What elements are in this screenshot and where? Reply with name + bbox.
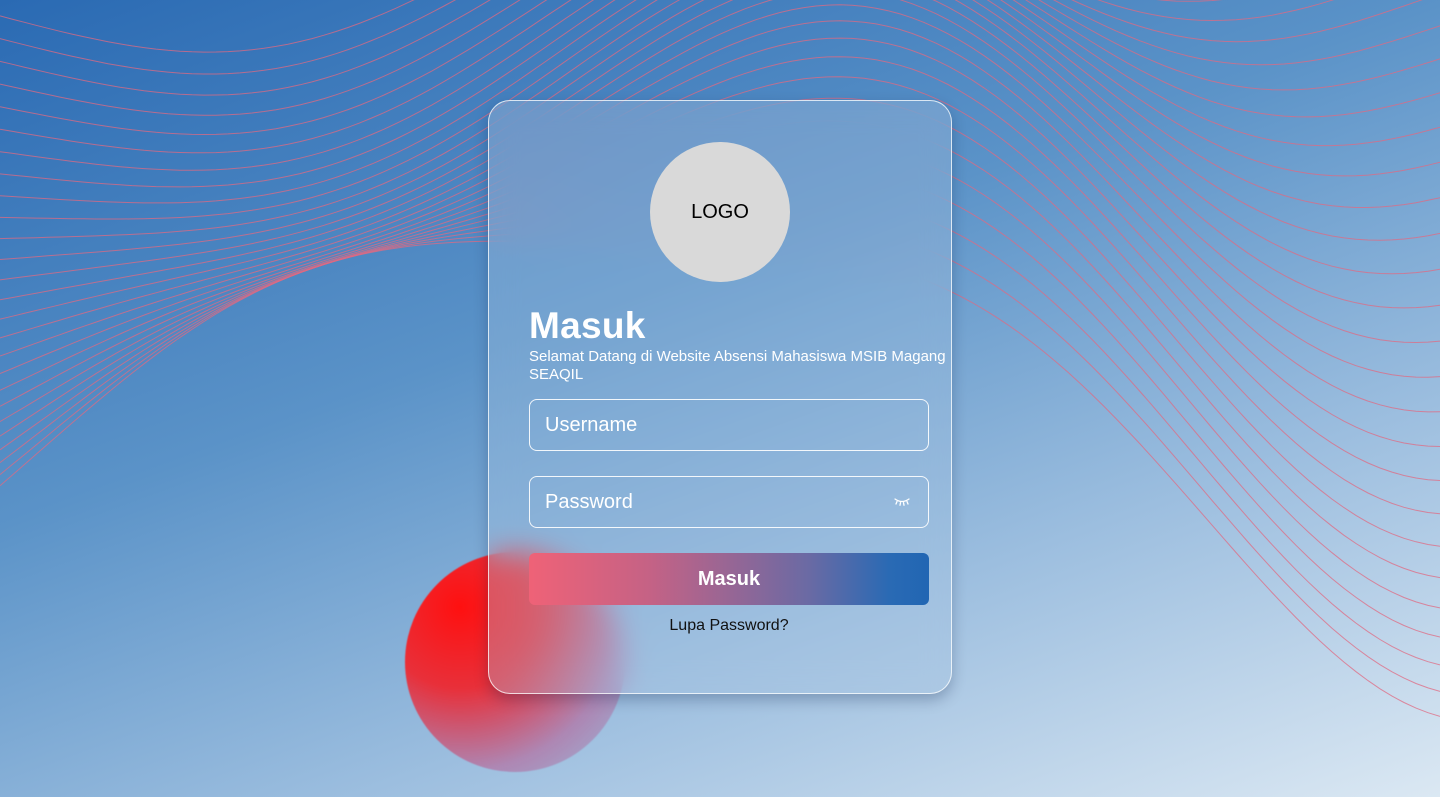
wave-line (0, 0, 415, 53)
forgot-password-link[interactable]: Lupa Password? (529, 617, 929, 635)
logo-text: LOGO (691, 200, 749, 223)
wave-line (0, 0, 1223, 75)
username-field (529, 399, 929, 451)
wave-line (0, 0, 1335, 96)
password-field (529, 476, 929, 528)
login-subtitle: Selamat Datang di Website Absensi Mahasi… (529, 348, 946, 383)
eye-closed-icon[interactable] (892, 494, 912, 510)
wave-line (0, 0, 1423, 116)
logo-placeholder: LOGO (650, 142, 790, 282)
username-input[interactable] (530, 400, 928, 450)
login-card: LOGO Masuk Selamat Datang di Website Abs… (488, 100, 952, 694)
login-submit-button[interactable]: Masuk (529, 553, 929, 605)
password-input[interactable] (530, 477, 892, 527)
login-title: Masuk (529, 305, 646, 346)
